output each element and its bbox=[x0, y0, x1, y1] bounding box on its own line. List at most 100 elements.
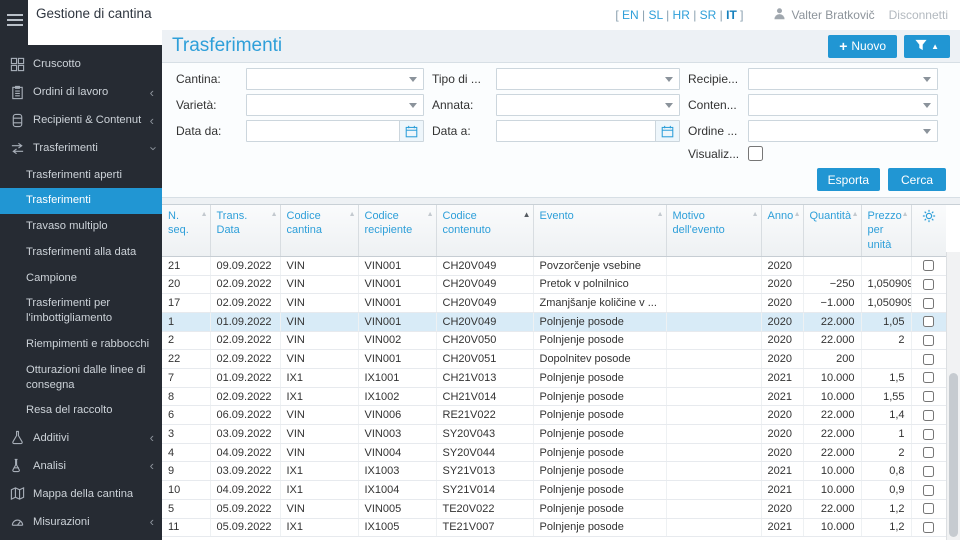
column-chooser-gear-icon[interactable] bbox=[911, 205, 946, 257]
date-input-data-a[interactable] bbox=[497, 121, 655, 141]
row-checkbox[interactable] bbox=[923, 353, 934, 365]
row-checkbox[interactable] bbox=[923, 297, 934, 309]
calendar-icon[interactable] bbox=[655, 121, 679, 141]
table-row[interactable]: 3 03.09.2022 VIN VIN003 SY20V043 Polnjenje po… bbox=[162, 424, 947, 444]
sidebar-item-cruscotto[interactable]: Cruscotto bbox=[0, 50, 162, 78]
filter-select-recipie[interactable] bbox=[748, 68, 938, 90]
logout-link[interactable]: Disconnetti bbox=[889, 8, 948, 22]
filter-select-cantina[interactable] bbox=[246, 68, 424, 90]
table-row[interactable]: 22 02.09.2022 VIN VIN001 CH20V051 Dopolnitev … bbox=[162, 349, 947, 370]
row-checkbox[interactable] bbox=[923, 465, 934, 477]
table-row[interactable]: 2 02.09.2022 VIN VIN002 CH20V050 Polnjenje po… bbox=[162, 331, 947, 351]
language-link-en[interactable]: EN bbox=[622, 8, 639, 22]
measurements-icon bbox=[10, 514, 25, 529]
sidebar-subitem-trasferimenti[interactable]: Trasferimenti bbox=[0, 187, 162, 214]
filter-label-variet: Varietà: bbox=[176, 98, 217, 112]
table-row[interactable]: 20 02.09.2022 VIN VIN001 CH20V049 Pretok v po… bbox=[162, 275, 947, 295]
row-checkbox[interactable] bbox=[923, 260, 934, 272]
table-row[interactable]: 9 03.09.2022 IX1 IX1003 SY21V013 Polnjenje po… bbox=[162, 461, 947, 482]
sidebar-item-misurazioni[interactable]: Misurazioni ‹ bbox=[0, 508, 162, 536]
date-input-data-da[interactable] bbox=[247, 121, 399, 141]
filter-label-visualiz: Visualiz... bbox=[688, 146, 740, 161]
sidebar-item-additivi[interactable]: Additivi ‹ bbox=[0, 424, 162, 452]
additives-icon bbox=[10, 430, 25, 445]
calendar-icon[interactable] bbox=[399, 121, 423, 141]
sidebar-subitem-trasferimenti-alla-data[interactable]: Trasferimenti alla data bbox=[0, 239, 162, 265]
filter-select-variet[interactable] bbox=[246, 94, 424, 116]
language-link-sl[interactable]: SL bbox=[649, 8, 663, 22]
language-link-it[interactable]: IT bbox=[726, 8, 737, 22]
sidebar-item-trasferimenti[interactable]: Trasferimenti ‹ bbox=[0, 134, 162, 162]
table-row[interactable]: 1 01.09.2022 VIN VIN001 CH20V049 Polnjenje po… bbox=[162, 312, 947, 332]
user-menu[interactable]: Valter Bratkovič bbox=[773, 7, 875, 23]
column-header-codice-contenuto[interactable]: Codice contenuto ▲ bbox=[436, 205, 534, 257]
table-row[interactable]: 6 06.09.2022 VIN VIN006 RE21V022 Polnjenje po… bbox=[162, 405, 947, 426]
filter-checkbox-visualiz[interactable] bbox=[748, 146, 763, 161]
column-header-quantit[interactable]: Quantità ▲ bbox=[803, 205, 862, 257]
sidebar-subitem-travaso-multiplo[interactable]: Travaso multiplo bbox=[0, 214, 162, 240]
sidebar-subitem-trasferimenti-per-l-imbottigliamento[interactable]: Trasferimenti per l'imbottigliamento bbox=[0, 291, 162, 332]
table-row[interactable]: 7 01.09.2022 IX1 IX1001 CH21V013 Polnjenje po… bbox=[162, 368, 947, 388]
sidebar-nav: Cruscotto Ordini di lavoro ‹ Recipienti & C… bbox=[0, 45, 162, 540]
row-checkbox[interactable] bbox=[923, 447, 934, 459]
sidebar-item-ordini-di-lavoro[interactable]: Ordini di lavoro ‹ bbox=[0, 78, 162, 106]
scrollbar-thumb[interactable] bbox=[949, 372, 958, 538]
hamburger-menu-icon[interactable] bbox=[7, 14, 23, 28]
table-row[interactable]: 17 02.09.2022 VIN VIN001 CH20V049 Zmanjšanje … bbox=[162, 293, 947, 313]
chevron-icon: ‹ bbox=[144, 145, 160, 151]
column-header-anno[interactable]: Anno ▲ bbox=[761, 205, 804, 257]
row-checkbox[interactable] bbox=[923, 484, 934, 496]
sidebar-subitem-resa-del-raccolto[interactable]: Resa del raccolto bbox=[0, 398, 162, 424]
table-row[interactable]: 21 09.09.2022 VIN VIN001 CH20V049 Povzorčenje… bbox=[162, 256, 947, 276]
row-checkbox[interactable] bbox=[923, 428, 934, 440]
sortable-icon: ▲ bbox=[426, 211, 434, 218]
sidebar-subitem-riempimenti-e-rabbocchi[interactable]: Riempimenti e rabbocchi bbox=[0, 331, 162, 357]
column-header-prezzo-per-unit[interactable]: Prezzo per unità ▲ bbox=[861, 205, 912, 257]
sortable-icon: ▲ bbox=[901, 211, 909, 218]
filter-label-data-a: Data a: bbox=[432, 124, 471, 138]
search-button[interactable]: Cerca bbox=[888, 168, 946, 191]
filter-toggle-button[interactable]: ▲ bbox=[904, 34, 950, 58]
table-row[interactable]: 4 04.09.2022 VIN VIN004 SY20V044 Polnjenje po… bbox=[162, 443, 947, 463]
column-header-codice-recipiente[interactable]: Codice recipiente ▲ bbox=[358, 205, 437, 257]
language-link-hr[interactable]: HR bbox=[673, 8, 690, 22]
row-checkbox[interactable] bbox=[923, 391, 934, 403]
table-row[interactable]: 10 04.09.2022 IX1 IX1004 SY21V014 Polnjenje p… bbox=[162, 480, 947, 500]
table-row[interactable]: 8 02.09.2022 IX1 IX1002 CH21V014 Polnjenje po… bbox=[162, 387, 947, 407]
sidebar-item-recipienti-contenuti[interactable]: Recipienti & Contenuti ‹ bbox=[0, 106, 162, 134]
row-checkbox[interactable] bbox=[923, 279, 934, 291]
sidebar-item-mappa-della-cantina[interactable]: Mappa della cantina bbox=[0, 480, 162, 508]
column-header-motivo-dell-evento[interactable]: Motivo dell'evento ▲ bbox=[666, 205, 762, 257]
row-checkbox[interactable] bbox=[923, 372, 934, 384]
export-button[interactable]: Esporta bbox=[816, 168, 880, 191]
chevron-icon: ‹ bbox=[149, 112, 154, 128]
column-header-codice-cantina[interactable]: Codice cantina ▲ bbox=[280, 205, 359, 257]
column-header-evento[interactable]: Evento ▲ bbox=[533, 205, 667, 257]
table-row[interactable]: 5 05.09.2022 VIN VIN005 TE20V022 Polnjenje po… bbox=[162, 499, 947, 519]
sidebar: Gestione di cantina Cruscotto Ordini di l… bbox=[0, 0, 162, 540]
sidebar-header: Gestione di cantina bbox=[0, 0, 162, 45]
new-button[interactable]: + Nuovo bbox=[828, 34, 898, 58]
column-header-n-seq[interactable]: N. seq. ▲ bbox=[162, 205, 211, 257]
filter-select-conten[interactable] bbox=[748, 94, 938, 116]
sidebar-subitem-campione[interactable]: Campione bbox=[0, 265, 162, 291]
table-row[interactable]: 11 05.09.2022 IX1 IX1005 TE21V007 Polnjenje p… bbox=[162, 518, 947, 538]
filter-datebox-data-a bbox=[496, 120, 680, 142]
row-checkbox[interactable] bbox=[923, 316, 934, 328]
language-link-sr[interactable]: SR bbox=[700, 8, 717, 22]
filter-actions: Esporta Cerca bbox=[176, 168, 946, 191]
sidebar-subitem-trasferimenti-aperti[interactable]: Trasferimenti aperti bbox=[0, 162, 162, 188]
column-header-trans-data[interactable]: Trans. Data ▲ bbox=[210, 205, 281, 257]
row-checkbox[interactable] bbox=[923, 335, 934, 347]
filter-select-annata[interactable] bbox=[496, 94, 680, 116]
filter-select-tipo-di[interactable] bbox=[496, 68, 680, 90]
sidebar-subitem-otturazioni-dalle-linee-di-consegna[interactable]: Otturazioni dalle linee di consegna bbox=[0, 357, 162, 398]
transfers-icon bbox=[10, 141, 25, 156]
row-checkbox[interactable] bbox=[923, 409, 934, 421]
vertical-scrollbar[interactable] bbox=[946, 252, 960, 540]
row-checkbox[interactable] bbox=[923, 503, 934, 515]
filter-select-ordine[interactable] bbox=[748, 120, 938, 142]
app-root: Gestione di cantina Cruscotto Ordini di l… bbox=[0, 0, 960, 540]
row-checkbox[interactable] bbox=[923, 521, 934, 533]
sidebar-item-analisi[interactable]: Analisi ‹ bbox=[0, 452, 162, 480]
